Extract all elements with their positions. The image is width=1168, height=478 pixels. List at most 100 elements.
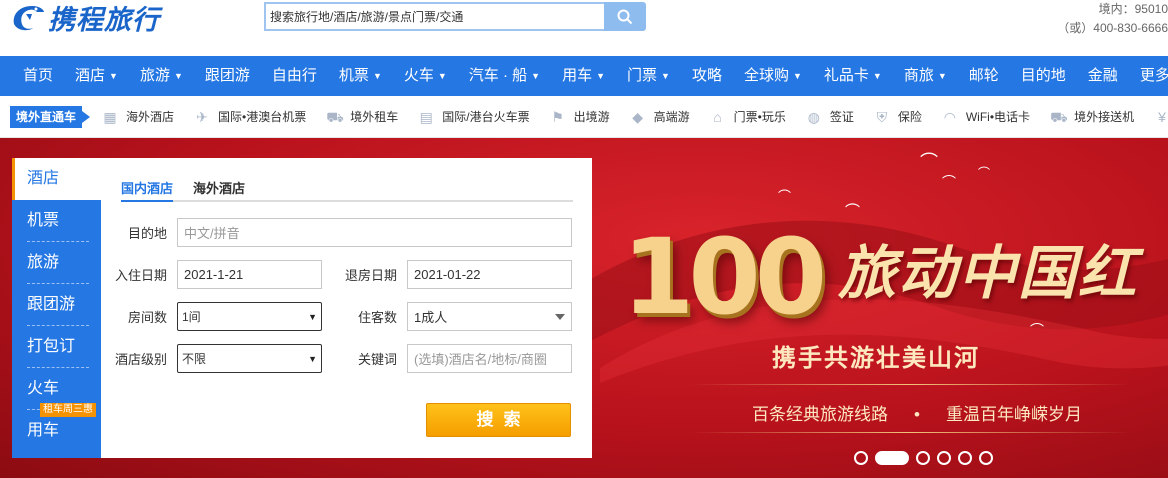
keyword-input[interactable]: (选填)酒店名/地标/商圈 — [407, 344, 572, 373]
booking-tab[interactable]: 酒店 — [12, 158, 101, 200]
nav-item[interactable]: 机票 ▼ — [328, 56, 393, 96]
checkin-label: 入住日期 — [114, 268, 167, 283]
carousel-dot[interactable] — [979, 451, 993, 465]
service-hotline: 境内：95010 （或）400-830-6666 — [1057, 0, 1168, 38]
guests-row: 住客数 1成人 — [331, 302, 572, 331]
guests-label: 住客数 — [357, 310, 397, 325]
nav-item-label: 用车 — [562, 67, 593, 84]
bird-icon: ⌒ — [942, 174, 956, 190]
nav-item[interactable]: 酒店 ▼ — [64, 56, 129, 96]
caret-down-icon: ▼ — [173, 71, 183, 81]
bird-icon: ⌒ — [978, 166, 991, 180]
checkout-date-input[interactable]: 2021-01-22 — [407, 260, 572, 289]
checkin-date-input[interactable]: 2021-1-21 — [177, 260, 322, 289]
nav-item[interactable]: 礼品卡 ▼ — [813, 56, 893, 96]
hotel-type-tabs: 国内酒店 海外酒店 — [121, 178, 573, 202]
nav-item[interactable]: 汽车 · 船 ▼ — [458, 56, 551, 96]
subnav-item[interactable]: ◆ 高端游 — [630, 108, 689, 125]
logo-text: 携程旅行 — [48, 4, 160, 36]
keyword-row: 关键词 (选填)酒店名/地标/商圈 — [331, 344, 572, 373]
banner-title: 旅动中国红 — [838, 239, 1139, 307]
chevron-down-icon: ▼ — [308, 311, 317, 322]
banner-number: 100 — [622, 216, 827, 338]
hotline-domestic: 境内：95010 — [1098, 2, 1168, 16]
hotel-icon: ▦ — [103, 108, 117, 125]
nav-item-label: 首页 — [23, 67, 54, 84]
subnav-item[interactable]: ⛨ 保险 — [874, 108, 922, 125]
booking-tab[interactable]: 机票 — [12, 200, 101, 242]
rooms-select[interactable]: 1间 ▼ — [177, 302, 322, 331]
carousel-dot[interactable] — [854, 451, 868, 465]
subnav-item[interactable]: ▤ 国际/港台火车票 — [418, 108, 530, 125]
nav-item[interactable]: 更多 — [1129, 56, 1168, 96]
subnav-item[interactable]: ◍ 签证 — [806, 108, 854, 125]
caret-down-icon: ▼ — [872, 71, 882, 81]
subnav-item[interactable]: ✈ 国际•港澳台机票 — [194, 108, 306, 125]
subnav-item[interactable]: ⌂ 门票•玩乐 — [710, 108, 785, 125]
nav-item-label: 机票 — [338, 67, 369, 84]
banner-description: 百条经典旅游线路 • 重温百年峥嵘岁月 — [752, 400, 1082, 425]
nav-item[interactable]: 攻略 — [681, 56, 733, 96]
nav-item[interactable]: 全球购 ▼ — [733, 56, 813, 96]
nav-item[interactable]: 跟团游 — [194, 56, 261, 96]
nav-item-label: 汽车 · 船 — [468, 67, 528, 84]
nav-item[interactable]: 旅游 ▼ — [129, 56, 194, 96]
keyword-label: 关键词 — [357, 352, 397, 367]
subnav-item[interactable]: ⛟ 境外租车 — [326, 108, 398, 125]
booking-tab[interactable]: 旅游 — [12, 242, 101, 284]
nav-item[interactable]: 目的地 — [1010, 56, 1077, 96]
booking-tab[interactable]: 打包订 — [12, 326, 101, 368]
checkin-row: 入住日期 2021-1-21 — [101, 260, 322, 289]
star-value: 不限 — [182, 352, 207, 366]
carousel-dot[interactable] — [916, 451, 930, 465]
caret-down-icon: ▼ — [596, 71, 605, 81]
nav-item[interactable]: 自由行 — [261, 56, 328, 96]
rooms-row: 房间数 1间 ▼ — [101, 302, 322, 331]
nav-item-label: 商旅 — [903, 67, 934, 84]
destination-input[interactable]: 中文/拼音 — [177, 218, 572, 247]
nav-item[interactable]: 用车 ▼ — [551, 56, 616, 96]
subnav-item[interactable]: ⛟ 境外接送机 — [1050, 108, 1134, 125]
tab-domestic-hotel[interactable]: 国内酒店 — [121, 178, 174, 202]
destination-row: 目的地 中文/拼音 — [101, 218, 572, 247]
tab-overseas-hotel[interactable]: 海外酒店 — [193, 178, 245, 202]
star-select[interactable]: 不限 ▼ — [177, 344, 322, 373]
subnav-item[interactable]: ¥外币兑换 — [1154, 108, 1168, 125]
dolphin-logo-icon — [13, 6, 44, 31]
booking-tab-label: 打包订 — [27, 338, 76, 355]
nav-item[interactable]: 火车 ▼ — [393, 56, 458, 96]
banner-divider — [690, 432, 1130, 433]
booking-tab-label: 跟团游 — [27, 296, 76, 313]
global-search-button[interactable] — [604, 2, 646, 31]
bird-icon: ⌒ — [778, 189, 792, 204]
ctrip-logo[interactable]: 携程旅行 — [10, 2, 160, 36]
subnav-item-label: 境外接送机 — [1074, 110, 1135, 124]
caret-down-icon: ▼ — [937, 71, 947, 81]
nav-item[interactable]: 邮轮 — [958, 56, 1010, 96]
banner-subtitle: 携手共游壮美山河 — [772, 345, 980, 372]
caret-down-icon: ▼ — [372, 71, 382, 81]
carousel-dot[interactable] — [958, 451, 972, 465]
subnav-item[interactable]: ⚑ 出境游 — [550, 108, 610, 125]
banner-desc-left: 百条经典旅游线路 — [752, 405, 888, 424]
caret-down-icon: ▼ — [109, 71, 118, 81]
carousel-dot[interactable] — [875, 451, 909, 465]
nav-item-label: 邮轮 — [968, 67, 999, 84]
hotel-search-button[interactable]: 搜索 — [426, 403, 571, 437]
nav-item-label: 门票 — [627, 67, 658, 84]
global-search-input[interactable] — [264, 2, 604, 31]
subnav-item[interactable]: ▦ 海外酒店 — [102, 108, 174, 125]
nav-item[interactable]: 首页 — [12, 56, 64, 96]
nav-item[interactable]: 金融 — [1077, 56, 1129, 96]
bird-icon: ⌒ — [845, 203, 861, 220]
nav-item[interactable]: 门票 ▼ — [616, 56, 681, 96]
subnav-item-label: 出境游 — [573, 110, 610, 124]
nav-item[interactable]: 商旅 ▼ — [893, 56, 958, 96]
banner-desc-right: 重温百年峥嵘岁月 — [945, 405, 1082, 424]
nav-item-label: 火车 — [403, 67, 434, 84]
subnav-item[interactable]: ◠ WiFi•电话卡 — [942, 108, 1030, 125]
booking-tab[interactable]: 用车 租车周三惠 — [12, 403, 101, 452]
booking-tab[interactable]: 跟团游 — [12, 284, 101, 326]
guests-select[interactable]: 1成人 — [407, 302, 572, 331]
carousel-dot[interactable] — [937, 451, 951, 465]
